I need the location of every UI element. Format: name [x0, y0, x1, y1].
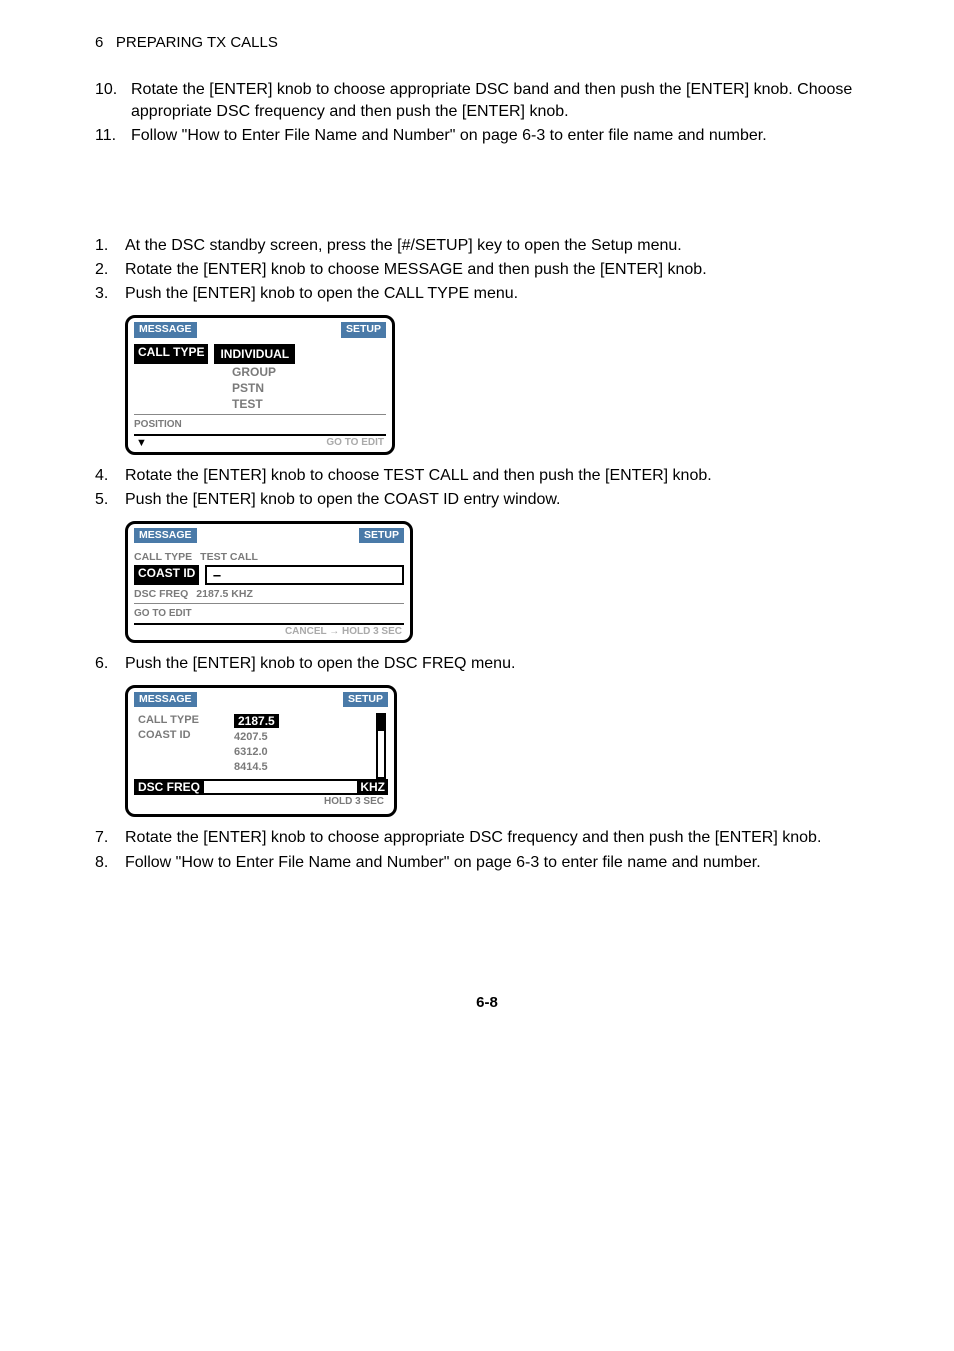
row: GO TO EDIT — [134, 608, 192, 619]
step-text: At the DSC standby screen, press the [#/… — [125, 235, 879, 257]
step-4: 4. Rotate the [ENTER] knob to choose TES… — [95, 465, 879, 487]
page-number: 6-8 — [95, 994, 879, 1011]
freq-selected: 2187.5 — [234, 714, 279, 728]
dsc-freq-label: DSC FREQ — [134, 779, 204, 795]
row-value: TEST CALL — [200, 551, 258, 563]
row-label: CALL TYPE — [134, 344, 208, 364]
left-row: COAST ID — [138, 728, 228, 743]
chapter-header: 6 PREPARING TX CALLS — [95, 34, 879, 51]
footer-text: HOLD 3 SEC — [134, 795, 388, 810]
coast-id-entry: – — [205, 565, 404, 585]
step-text: Rotate the [ENTER] knob to choose approp… — [125, 827, 879, 849]
step-number: 7. — [95, 827, 125, 849]
row-value: INDIVIDUAL — [214, 344, 295, 364]
step-5: 5. Push the [ENTER] knob to open the COA… — [95, 489, 879, 511]
step-text: Rotate the [ENTER] knob to choose TEST C… — [125, 465, 879, 487]
step-11: 11. Follow "How to Enter File Name and N… — [95, 125, 879, 147]
step-number: 11. — [95, 125, 131, 147]
row-label: DSC FREQ — [134, 588, 188, 600]
step-text: Rotate the [ENTER] knob to choose approp… — [131, 79, 879, 123]
cursor-icon: – — [213, 568, 220, 582]
step-text: Push the [ENTER] knob to open the COAST … — [125, 489, 879, 511]
scrollbar-thumb — [378, 715, 384, 731]
option: TEST — [232, 397, 263, 411]
step-text: Rotate the [ENTER] knob to choose MESSAG… — [125, 259, 879, 281]
lcd-title-left: MESSAGE — [134, 528, 197, 543]
row-value: 2187.5 KHZ — [196, 588, 253, 600]
lcd-title-right: SETUP — [359, 528, 404, 543]
step-number: 6. — [95, 653, 125, 675]
chapter-num: 6 — [95, 34, 103, 51]
option: GROUP — [232, 365, 276, 379]
lcd-screen-dsc-freq: MESSAGE SETUP CALL TYPE COAST ID 2187.5 … — [125, 685, 879, 817]
step-text: Follow "How to Enter File Name and Numbe… — [125, 852, 879, 874]
lcd-title-right: SETUP — [343, 692, 388, 707]
footer-text: CANCEL → HOLD 3 SEC — [285, 626, 402, 637]
page: 6 PREPARING TX CALLS 10. Rotate the [ENT… — [0, 0, 954, 1051]
lcd-title-left: MESSAGE — [134, 322, 197, 337]
step-number: 3. — [95, 283, 125, 305]
left-row: CALL TYPE — [138, 713, 228, 728]
step-8: 8. Follow "How to Enter File Name and Nu… — [95, 852, 879, 874]
step-text: Push the [ENTER] knob to open the CALL T… — [125, 283, 879, 305]
chapter-title: PREPARING TX CALLS — [116, 34, 278, 51]
lcd-screen-coast-id: MESSAGE SETUP CALL TYPE TEST CALL COAST … — [125, 521, 879, 643]
step-number: 2. — [95, 259, 125, 281]
footer-text: GO TO EDIT — [326, 437, 384, 449]
row-label: CALL TYPE — [134, 551, 192, 563]
freq-list: CALL TYPE COAST ID 2187.5 4207.5 6312.0 … — [134, 713, 388, 779]
caret-down-icon: ▼ — [136, 437, 147, 449]
step-text: Follow "How to Enter File Name and Numbe… — [131, 125, 879, 147]
step-number: 5. — [95, 489, 125, 511]
step-10: 10. Rotate the [ENTER] knob to choose ap… — [95, 79, 879, 123]
dsc-freq-row: DSC FREQ KHZ — [134, 779, 388, 795]
step-number: 8. — [95, 852, 125, 874]
step-text: Push the [ENTER] knob to open the DSC FR… — [125, 653, 879, 675]
coast-id-label: COAST ID — [134, 565, 199, 585]
step-1: 1. At the DSC standby screen, press the … — [95, 235, 879, 257]
step-number: 4. — [95, 465, 125, 487]
freq-option: 6312.0 — [234, 745, 279, 760]
step-2: 2. Rotate the [ENTER] knob to choose MES… — [95, 259, 879, 281]
lcd-title-right: SETUP — [341, 322, 386, 337]
lcd-row-call-type: CALL TYPE INDIVIDUAL — [134, 344, 386, 364]
lcd-title-left: MESSAGE — [134, 692, 197, 707]
unit-label: KHZ — [357, 779, 388, 795]
lcd-screen-call-type: MESSAGE SETUP CALL TYPE INDIVIDUAL GROUP… — [125, 315, 879, 455]
step-number: 10. — [95, 79, 131, 123]
lcd-row-coast-id: COAST ID – — [134, 565, 404, 585]
scrollbar — [376, 713, 386, 779]
freq-option: 8414.5 — [234, 760, 279, 775]
step-number: 1. — [95, 235, 125, 257]
step-7: 7. Rotate the [ENTER] knob to choose app… — [95, 827, 879, 849]
option: PSTN — [232, 381, 264, 395]
freq-option: 4207.5 — [234, 730, 279, 745]
step-3: 3. Push the [ENTER] knob to open the CAL… — [95, 283, 879, 305]
option: POSITION — [134, 419, 182, 430]
step-6: 6. Push the [ENTER] knob to open the DSC… — [95, 653, 879, 675]
